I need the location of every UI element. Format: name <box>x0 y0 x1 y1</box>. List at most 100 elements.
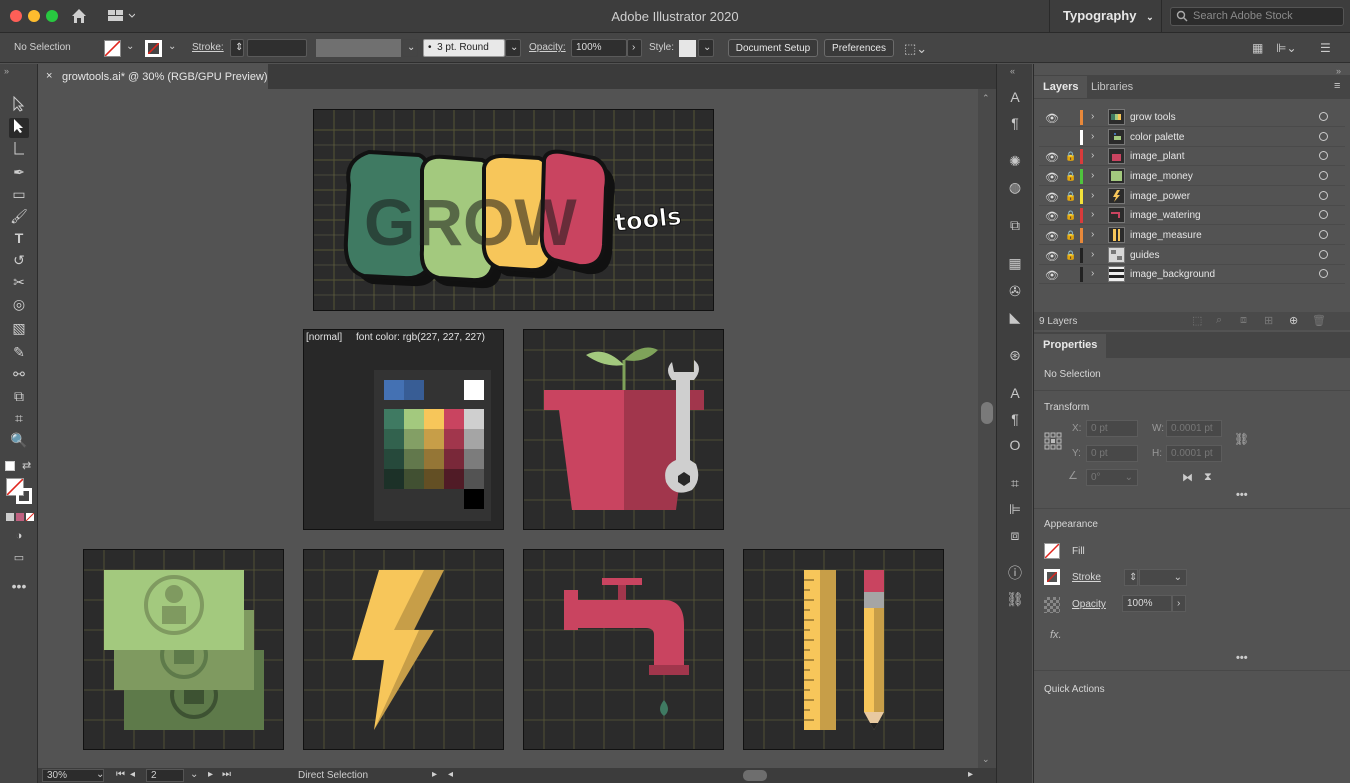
x-input[interactable]: 0 pt <box>1086 420 1138 437</box>
color-guide-icon[interactable]: ✇ <box>1006 282 1024 300</box>
chevron-right-icon[interactable]: ▸ <box>432 769 437 780</box>
artboard-logo[interactable]: GROW tools <box>313 109 714 311</box>
scroll-right-icon[interactable]: ▸ <box>968 769 973 780</box>
paragraph-icon[interactable]: ¶ <box>1006 410 1024 428</box>
swap-colors-icon[interactable]: ⇄ <box>22 459 31 472</box>
layer-row[interactable]: 👁 🔒 › image_money <box>1039 167 1345 186</box>
more-tools-icon[interactable]: ••• <box>9 576 29 596</box>
target-circle-icon[interactable] <box>1319 269 1328 278</box>
chevron-right-icon[interactable]: › <box>1172 595 1186 612</box>
zoom-select[interactable]: 30% <box>42 769 104 782</box>
chevron-down-icon[interactable]: ⌄ <box>168 41 176 52</box>
layer-row[interactable]: 👁 › image_background <box>1039 265 1345 284</box>
chevron-right-icon[interactable]: › <box>1091 268 1094 279</box>
eyedropper-tool-icon[interactable]: ✎ <box>9 342 29 362</box>
constrain-proportions-icon[interactable]: ⛓ <box>1234 432 1249 446</box>
opacity-input[interactable]: 100% <box>1122 595 1172 612</box>
y-input[interactable]: 0 pt <box>1086 445 1138 462</box>
pathfinder-icon[interactable]: ⧈ <box>1006 526 1024 544</box>
opacity-input[interactable]: 100% <box>571 39 627 57</box>
stroke-stepper[interactable]: ⇕ <box>230 39 244 57</box>
layer-name[interactable]: grow tools <box>1130 112 1176 123</box>
chevron-down-icon[interactable]: ⌄ <box>126 41 134 52</box>
last-artboard-icon[interactable]: ⏭ <box>222 769 231 780</box>
scissors-tool-icon[interactable]: ✂ <box>9 272 29 292</box>
document-info-icon[interactable]: ⓘ <box>1006 564 1024 582</box>
stroke-color-icon[interactable] <box>16 488 32 504</box>
stroke-swatch[interactable] <box>1044 569 1060 585</box>
target-circle-icon[interactable] <box>1319 210 1328 219</box>
draw-mode-icon[interactable]: ◑ <box>9 526 29 546</box>
target-circle-icon[interactable] <box>1319 132 1328 141</box>
stroke-label[interactable]: Stroke: <box>192 42 224 53</box>
stroke-weight-input[interactable] <box>247 39 307 57</box>
document-tab[interactable]: × growtools.ai* @ 30% (RGB/GPU Preview) <box>38 64 268 89</box>
artboard-power[interactable] <box>303 549 504 750</box>
fill-swatch[interactable] <box>104 40 121 57</box>
more-options-icon[interactable]: ••• <box>1236 489 1248 501</box>
visibility-eye-icon[interactable]: 👁 <box>1045 250 1059 263</box>
swatches-icon[interactable]: ▦ <box>1006 254 1024 272</box>
selection-tool-icon[interactable] <box>9 95 29 116</box>
tab-layers[interactable]: Layers <box>1034 76 1088 98</box>
stroke-label[interactable]: Stroke <box>1072 572 1101 583</box>
transparency-icon[interactable]: ◍ <box>1006 178 1024 196</box>
layer-name[interactable]: image_power <box>1130 191 1190 202</box>
horizontal-scrollbar-thumb[interactable] <box>743 770 767 781</box>
scroll-left-icon[interactable]: ◂ <box>448 769 453 780</box>
collect-export-icon[interactable]: ⬚ <box>1192 314 1202 327</box>
scroll-up-icon[interactable]: ⌃ <box>982 93 990 104</box>
chevron-right-icon[interactable]: › <box>1091 131 1094 142</box>
lock-icon[interactable]: 🔒 <box>1065 230 1076 241</box>
lock-icon[interactable]: 🔒 <box>1065 191 1076 202</box>
layer-name[interactable]: color palette <box>1130 132 1184 143</box>
chevron-down-icon[interactable]: ⌄ <box>96 769 104 780</box>
type-tool-icon[interactable]: T <box>9 228 29 248</box>
locate-object-icon[interactable]: ⌕ <box>1216 314 1222 327</box>
tab-libraries[interactable]: Libraries <box>1082 76 1142 98</box>
chevron-right-icon[interactable]: › <box>627 39 642 57</box>
flip-vertical-icon[interactable]: ⧗ <box>1204 471 1212 484</box>
opentype-icon[interactable]: O <box>1006 436 1024 454</box>
visibility-eye-icon[interactable]: 👁 <box>1045 269 1059 282</box>
rotate-tool-icon[interactable]: ↺ <box>9 250 29 270</box>
chevron-right-icon[interactable]: › <box>1091 190 1094 201</box>
layer-name[interactable]: guides <box>1130 250 1159 261</box>
links-icon[interactable]: ⛓ <box>1006 590 1024 608</box>
collapse-icon[interactable]: » <box>4 66 9 76</box>
artboard-color-palette[interactable]: [normal] font color: rgb(227, 227, 227) <box>303 329 504 530</box>
graphic-style-swatch[interactable] <box>679 40 696 57</box>
visibility-eye-icon[interactable]: 👁 <box>1045 151 1059 164</box>
first-artboard-icon[interactable]: ⏮ <box>116 769 125 780</box>
align-icon[interactable]: ▦ <box>1252 41 1263 55</box>
delete-layer-icon[interactable]: 🗑 <box>1312 314 1326 327</box>
gradient-tool-icon[interactable]: ▧ <box>9 318 29 338</box>
color-mode-icon[interactable] <box>6 512 35 522</box>
layer-row[interactable]: 👁 🔒 › image_power <box>1039 187 1345 206</box>
layer-name[interactable]: image_background <box>1130 269 1215 280</box>
artboard-number-input[interactable]: 2 <box>146 769 184 782</box>
layer-name[interactable]: image_money <box>1130 171 1193 182</box>
artboards-icon[interactable]: ⧉ <box>1006 216 1024 234</box>
zoom-tool-icon[interactable]: 🔍 <box>9 430 29 450</box>
visibility-eye-icon[interactable]: 👁 <box>1045 171 1059 184</box>
select-similar-icon[interactable]: ⬚⌄ <box>904 41 934 57</box>
align-icon[interactable]: ⊫ <box>1006 500 1024 518</box>
symbol-sprayer-icon[interactable]: ⧉ <box>9 386 29 406</box>
gradient-icon[interactable]: ◣ <box>1006 308 1024 326</box>
visibility-eye-icon[interactable]: 👁 <box>1045 112 1059 125</box>
stroke-weight-select[interactable]: ⌄ <box>1139 569 1187 586</box>
target-circle-icon[interactable] <box>1319 151 1328 160</box>
screen-mode-icon[interactable]: ▭ <box>9 548 29 568</box>
next-artboard-icon[interactable]: ▸ <box>208 769 213 780</box>
close-tab-icon[interactable]: × <box>46 70 52 82</box>
tab-properties[interactable]: Properties <box>1034 334 1107 358</box>
lock-icon[interactable]: 🔒 <box>1065 210 1076 221</box>
appearance-icon[interactable]: ⊛ <box>1006 346 1024 364</box>
opacity-label[interactable]: Opacity: <box>529 42 566 53</box>
chevron-down-icon[interactable]: ⌄ <box>698 39 714 57</box>
visibility-eye-icon[interactable]: 👁 <box>1045 191 1059 204</box>
rectangle-tool-icon[interactable]: ▭ <box>9 184 29 204</box>
new-sublayer-icon[interactable]: ⊞ <box>1264 314 1273 327</box>
layer-row[interactable]: › color palette <box>1039 128 1345 147</box>
